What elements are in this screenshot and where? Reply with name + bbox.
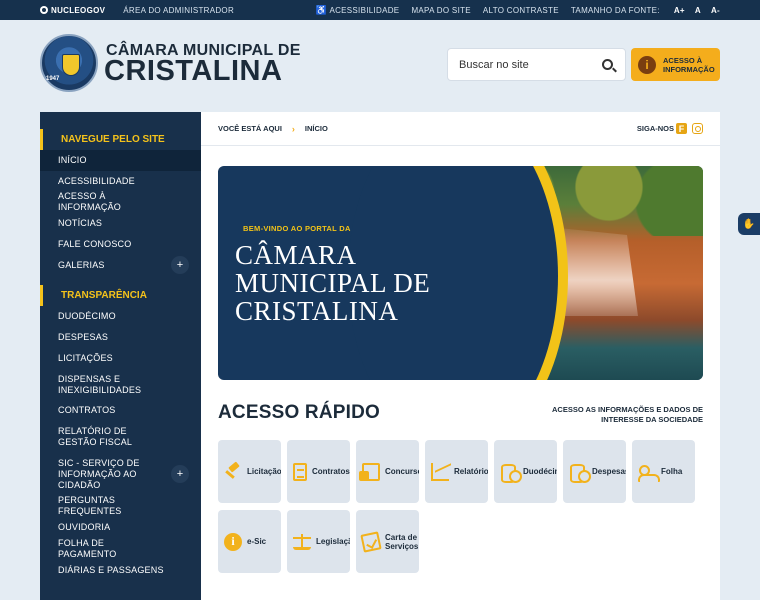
tile-label: Duodécimo (523, 467, 557, 476)
banner-title-line1: CÂMARA (235, 240, 357, 270)
acesso-informacao-button[interactable]: i ACESSO À INFORMAÇÃO (631, 48, 720, 81)
coins-icon (500, 463, 522, 483)
info-icon: i (638, 55, 656, 74)
scale-icon (293, 533, 311, 551)
sidebar: NAVEGUE PELO SITE INÍCIO ACESSIBILIDADE … (40, 112, 201, 600)
tile-label: Concursos (385, 467, 419, 476)
nucleogov-logo[interactable]: NUCLEOGOV (40, 6, 105, 15)
logo-year: 1947 (46, 76, 60, 82)
documents-icon (359, 462, 380, 481)
nucleogov-label: NUCLEOGOV (51, 5, 106, 15)
banner-welcome: BEM-VINDO AO PORTAL DA (243, 224, 351, 233)
acessibilidade-link[interactable]: ♿ ACESSIBILIDADE (316, 5, 400, 16)
facebook-icon[interactable]: f (676, 123, 687, 134)
sidebar-item-perguntas-frequentes[interactable]: PERGUNTAS FREQUENTES (40, 495, 201, 517)
breadcrumb: VOCÊ ESTÁ AQUI › INÍCIO SIGA-NOS f (201, 112, 720, 146)
sidebar-item-acessibilidade[interactable]: ACESSIBILIDADE (40, 171, 201, 192)
tile-e-sic[interactable]: i e-Sic (218, 510, 281, 573)
font-size-controls: A+ A A- (674, 6, 720, 15)
tile-label: Relatórios (454, 467, 488, 476)
tile-label: Legislação (316, 537, 350, 546)
document-icon (293, 462, 307, 481)
people-icon (638, 463, 660, 482)
sign-language-icon: ✋ (742, 218, 756, 230)
site-title-line2[interactable]: CRISTALINA (104, 55, 282, 88)
tile-label: Folha (661, 467, 683, 476)
tile-relatorios[interactable]: Relatórios (425, 440, 488, 503)
sidebar-item-label: SIC - SERVIÇO DE INFORMAÇÃO AO CIDADÃO (58, 457, 140, 490)
mapa-do-site-link[interactable]: MAPA DO SITE (411, 6, 470, 15)
checklist-icon (360, 530, 382, 553)
tile-label: Carta de Serviços (385, 532, 419, 551)
search-input[interactable] (459, 58, 589, 71)
tile-label: e-Sic (247, 537, 267, 546)
tile-folha[interactable]: Folha (632, 440, 695, 503)
acesso-rapido-subtitle: ACESSO AS INFORMAÇÕES E DADOS DE INTERES… (552, 405, 703, 424)
sidebar-item-licitacoes[interactable]: LICITAÇÕES (40, 348, 201, 369)
tile-label: Despesas (592, 467, 626, 476)
tile-legislacao[interactable]: Legislação (287, 510, 350, 573)
banner-title-line2: MUNICIPAL DE (235, 268, 431, 298)
font-decrease-button[interactable]: A- (711, 6, 720, 15)
sidebar-item-sic[interactable]: SIC - SERVIÇO DE INFORMAÇÃO AO CIDADÃO + (40, 453, 201, 495)
acessibilidade-label: ACESSIBILIDADE (329, 5, 400, 15)
sidebar-section-transparencia: TRANSPARÊNCIA (40, 285, 201, 307)
sidebar-item-galerias[interactable]: GALERIAS + (40, 255, 201, 276)
search-icon[interactable] (602, 59, 613, 70)
search-box (447, 48, 626, 81)
nucleogov-icon (40, 6, 48, 14)
font-increase-button[interactable]: A+ (674, 6, 685, 15)
sidebar-item-dispensas[interactable]: DISPENSAS E INEXIGIBILIDADES (40, 369, 201, 401)
sidebar-item-folha-pagamento[interactable]: FOLHA DE PAGAMENTO (40, 538, 201, 560)
tile-licitacao[interactable]: Licitação (218, 440, 281, 503)
instagram-icon[interactable] (692, 123, 703, 134)
breadcrumb-separator-icon: › (291, 123, 295, 134)
sidebar-item-contratos[interactable]: CONTRATOS (40, 401, 201, 422)
admin-area-link[interactable]: ÁREA DO ADMINISTRADOR (123, 6, 234, 15)
sidebar-item-label: GALERIAS (58, 259, 105, 270)
accessibility-icon: ♿ (315, 4, 328, 15)
info-icon: i (224, 532, 242, 551)
tile-carta-servicos[interactable]: Carta de Serviços (356, 510, 419, 573)
chart-icon (431, 462, 449, 481)
alto-contraste-link[interactable]: ALTO CONTRASTE (483, 6, 559, 15)
top-bar-links: ♿ ACESSIBILIDADE MAPA DO SITE ALTO CONTRA… (316, 0, 720, 20)
coins-icon (569, 463, 591, 483)
expand-plus-icon[interactable]: + (171, 256, 189, 275)
sidebar-section-navegue: NAVEGUE PELO SITE (40, 129, 201, 150)
sidebar-item-fale-conosco[interactable]: FALE CONOSCO (40, 234, 201, 255)
site-header: 1947 CÂMARA MUNICIPAL DE CRISTALINA i AC… (0, 20, 760, 112)
siga-nos-label: SIGA-NOS (636, 124, 674, 133)
top-bar: NUCLEOGOV ÁREA DO ADMINISTRADOR ♿ ACESSIB… (0, 0, 760, 20)
coat-of-arms-icon (62, 54, 80, 76)
tile-label: Contratos (312, 467, 350, 476)
camara-logo[interactable]: 1947 (40, 34, 98, 92)
tile-duodecimo[interactable]: Duodécimo (494, 440, 557, 503)
gavel-icon (224, 463, 242, 481)
tile-contratos[interactable]: Contratos (287, 440, 350, 503)
sidebar-item-relatorio-gestao-fiscal[interactable]: RELATÓRIO DE GESTÃO FISCAL (40, 421, 201, 453)
breadcrumb-voce-esta-aqui: VOCÊ ESTÁ AQUI (218, 124, 282, 133)
hero-banner[interactable]: BEM-VINDO AO PORTAL DA CÂMARA MUNICIPAL … (218, 166, 703, 380)
sidebar-item-despesas[interactable]: DESPESAS (40, 327, 201, 348)
acesso-rapido-title: ACESSO RÁPIDO (218, 402, 381, 423)
sidebar-item-diarias-passagens[interactable]: DIÁRIAS E PASSAGENS (40, 560, 201, 581)
sidebar-item-acesso-informacao[interactable]: ACESSO À INFORMAÇÃO (40, 191, 201, 213)
sidebar-item-inicio[interactable]: INÍCIO (40, 150, 201, 171)
accessibility-widget-button[interactable]: ✋ (738, 213, 760, 235)
tile-concursos[interactable]: Concursos (356, 440, 419, 503)
tile-despesas[interactable]: Despesas (563, 440, 626, 503)
font-normal-button[interactable]: A (695, 6, 701, 15)
expand-plus-icon[interactable]: + (171, 465, 189, 484)
tile-label: Licitação (247, 467, 281, 476)
main-content: VOCÊ ESTÁ AQUI › INÍCIO SIGA-NOS f BEM-V… (201, 112, 720, 600)
sidebar-item-noticias[interactable]: NOTÍCIAS (40, 213, 201, 234)
sidebar-item-ouvidoria[interactable]: OUVIDORIA (40, 517, 201, 538)
breadcrumb-current[interactable]: INÍCIO (305, 124, 328, 133)
font-size-label: TAMANHO DA FONTE: (570, 5, 660, 15)
banner-title-line3: CRISTALINA (235, 296, 399, 326)
sidebar-item-duodecimo[interactable]: DUODÉCIMO (40, 306, 201, 327)
acesso-informacao-label: ACESSO À INFORMAÇÃO (663, 55, 715, 74)
